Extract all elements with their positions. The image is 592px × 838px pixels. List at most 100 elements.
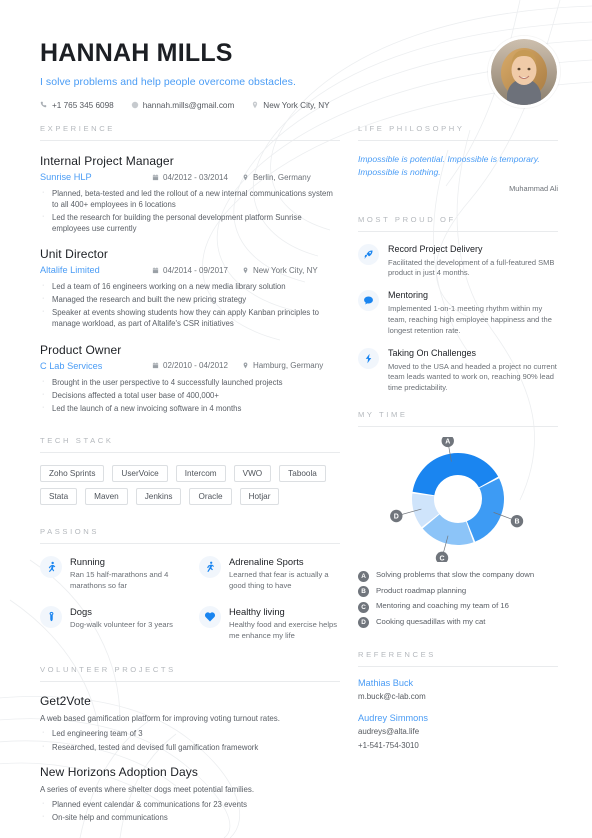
tech-chip[interactable]: Zoho Sprints — [40, 464, 105, 482]
phone-icon — [40, 101, 47, 108]
job-company[interactable]: C Lab Services — [40, 361, 152, 371]
reference-email[interactable]: m.buck@c-lab.com — [358, 691, 558, 702]
passion-item: Healthy living Healthy food and exercise… — [199, 605, 340, 642]
right-column: LIFE PHILOSOPHY Impossible is potential.… — [358, 124, 558, 751]
tech-chip[interactable]: Intercom — [175, 464, 226, 482]
donut-marker-label: A — [445, 438, 450, 445]
legend-key-b: B — [358, 586, 369, 598]
job-dates: 04/2012 - 03/2014 — [152, 173, 228, 182]
legend-item: D Cooking quesadillas with my cat — [358, 617, 558, 629]
passion-desc: Healthy food and exercise helps me enhan… — [229, 619, 338, 640]
lightning-bolt-icon — [358, 347, 379, 369]
job-location-text: Berlin, Germany — [252, 172, 311, 182]
proud-desc: Moved to the USA and headed a project no… — [388, 361, 557, 393]
bullet-dot-icon: · — [42, 295, 45, 303]
job-title: Product Owner — [40, 342, 122, 357]
proud-body: Record Project Delivery Facilitated the … — [388, 244, 558, 280]
volunteer-desc: A web based gamification platform for im… — [40, 714, 280, 724]
reference-email[interactable]: audreys@alta.life — [358, 726, 558, 737]
contact-email[interactable]: hannah.mills@gmail.com — [131, 100, 235, 110]
legend-label: Mentoring and coaching my team of 16 — [376, 601, 509, 611]
passion-desc: Learned that fear is actually a good thi… — [229, 569, 329, 590]
tech-chip[interactable]: Hotjar — [239, 487, 280, 505]
tech-chip[interactable]: Oracle — [189, 487, 232, 505]
resume-page: HANNAH MILLS I solve problems and help p… — [0, 0, 592, 838]
tech-chip[interactable]: Stata — [40, 487, 78, 505]
bullet-dot-icon: · — [42, 189, 45, 196]
bullet-dot-icon: · — [42, 799, 45, 807]
philosophy-quote: Impossible is potential. Impossible is t… — [358, 154, 540, 177]
dog-bone-icon — [40, 605, 62, 628]
job-company[interactable]: Altalife Limited — [40, 265, 152, 275]
calendar-icon — [152, 362, 159, 369]
donut-marker-label: D — [394, 514, 399, 521]
proud-item: Mentoring Implemented 1-on-1 meeting rhy… — [358, 290, 558, 336]
contact-email-text: hannah.mills@gmail.com — [142, 100, 235, 110]
section-experience: EXPERIENCE Internal Project Manager Sunr… — [40, 124, 340, 414]
bullet-dot-icon: · — [42, 282, 45, 290]
job-dates-text: 02/2010 - 04/2012 — [163, 361, 228, 370]
contact-row: +1 765 345 6098 hannah.mills@gmail.com N… — [40, 101, 460, 110]
divider — [358, 140, 558, 141]
bullet-item: · Led the research for building the pers… — [40, 212, 340, 234]
volunteer-bullets: · Led engineering team of 3 · Researched… — [40, 728, 340, 752]
bullet-dot-icon: · — [42, 308, 45, 316]
section-title-proud: MOST PROUD OF — [358, 214, 456, 224]
section-tech-stack: TECH STACK Zoho Sprints UserVoice Interc… — [40, 436, 340, 505]
reference-phone[interactable]: +1-541-754-3010 — [358, 740, 558, 751]
divider — [358, 426, 558, 428]
job-bullets: · Planned, beta-tested and led the rollo… — [40, 188, 340, 234]
philosophy-author: Muhammad Ali — [509, 183, 558, 193]
section-most-proud-of: MOST PROUD OF Record Project Delivery Fa… — [358, 215, 558, 394]
passion-desc: Dog-walk volunteer for 3 years — [70, 619, 173, 629]
passion-body: Running Ran 15 half-marathons and 4 mara… — [70, 556, 181, 592]
donut-marker-label: C — [439, 555, 444, 562]
bullet-item: · Decisions affected a total user base o… — [40, 390, 340, 401]
proud-title: Record Project Delivery — [388, 243, 483, 254]
bullet-text: Led engineering team of 3 — [52, 729, 143, 739]
passion-name: Running — [70, 555, 105, 567]
job-location: Hamburg, Germany — [242, 361, 323, 370]
bullet-text: Researched, tested and devised full gami… — [52, 742, 259, 752]
bullet-item: · On-site help and communications — [40, 812, 340, 823]
job-meta: C Lab Services 02/2010 - 04/2012 Hamburg… — [40, 361, 340, 371]
volunteer-title: New Horizons Adoption Days — [40, 764, 199, 779]
divider — [358, 230, 558, 232]
speech-bubble-icon — [358, 290, 379, 312]
bullet-item: · Managed the research and built the new… — [40, 294, 340, 305]
bullet-dot-icon: · — [42, 742, 45, 750]
bullet-text: Managed the research and built the new p… — [52, 295, 247, 305]
bullet-item: · Led the launch of a new invoicing soft… — [40, 403, 340, 414]
legend-label: Cooking quesadillas with my cat — [376, 616, 486, 626]
bullet-item: · Speaker at events showing students how… — [40, 307, 340, 329]
passion-body: Dogs Dog-walk volunteer for 3 years — [70, 606, 181, 642]
tech-chip[interactable]: VWO — [233, 464, 272, 482]
divider — [358, 666, 558, 668]
proud-title: Taking On Challenges — [388, 347, 477, 358]
bullet-text: On-site help and communications — [52, 812, 168, 822]
section-title-experience: EXPERIENCE — [40, 124, 115, 133]
header: HANNAH MILLS I solve problems and help p… — [40, 39, 460, 110]
tech-chip[interactable]: Taboola — [279, 464, 326, 482]
tech-chip[interactable]: UserVoice — [112, 464, 168, 482]
bullet-dot-icon: · — [42, 213, 45, 221]
running-icon — [40, 555, 62, 578]
passion-item: Adrenaline Sports Learned that fear is a… — [199, 555, 340, 592]
bullet-text: Led a team of 16 engineers working on a … — [52, 282, 286, 292]
legend-label: Product roadmap planning — [376, 585, 467, 595]
bullet-dot-icon: · — [42, 812, 45, 820]
contact-phone[interactable]: +1 765 345 6098 — [40, 101, 114, 110]
heart-icon — [199, 605, 221, 628]
bullet-dot-icon: · — [42, 403, 45, 411]
job-company[interactable]: Sunrise HLP — [40, 172, 152, 182]
job-dates-text: 04/2014 - 09/2017 — [163, 265, 228, 275]
legend-key-a: A — [358, 570, 369, 582]
my-time-donut-chart: A B C D — [358, 437, 558, 563]
proud-desc: Facilitated the development of a full-fe… — [388, 257, 555, 278]
tech-chip[interactable]: Maven — [85, 487, 128, 505]
bullet-item: · Led a team of 16 engineers working on … — [40, 281, 340, 292]
section-title-tech-stack: TECH STACK — [40, 435, 114, 445]
legend-label: Solving problems that slow the company d… — [376, 570, 535, 580]
tech-chip[interactable]: Jenkins — [135, 487, 182, 505]
location-pin-icon — [253, 101, 258, 109]
